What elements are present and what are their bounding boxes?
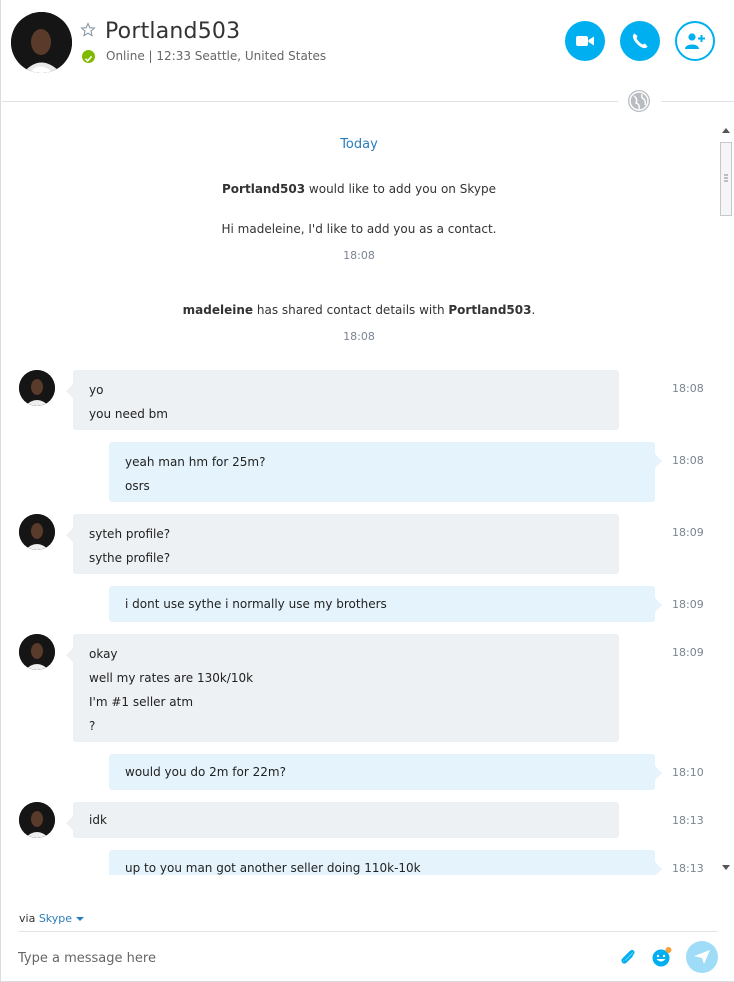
message-line: you need bm (89, 407, 168, 421)
conversation-area: Today Portland503 would like to add you … (0, 120, 718, 875)
contact-avatar-small[interactable] (19, 370, 55, 406)
day-separator: Today (340, 137, 378, 152)
message-time: 18:10 (672, 766, 704, 779)
system-timestamp: 18:08 (343, 249, 375, 262)
message-line: ? (89, 719, 96, 733)
request-text: would like to add you on Skype (305, 182, 496, 196)
message-time: 18:09 (672, 598, 704, 611)
message-line: well my rates are 130k/10k (89, 671, 254, 685)
attach-icon[interactable] (617, 946, 639, 968)
chat-header: Portland503 Online | 12:33 Seattle, Unit… (0, 0, 734, 100)
message-bubble-incoming[interactable]: okay well my rates are 130k/10k I'm #1 s… (66, 634, 619, 742)
header-divider (2, 101, 618, 102)
contact-avatar-small[interactable] (19, 634, 55, 670)
message-time: 18:08 (672, 382, 704, 395)
via-label: via Skype (19, 912, 84, 925)
message-time: 18:09 (672, 646, 704, 659)
contact-avatar[interactable] (11, 12, 72, 73)
video-call-icon (576, 36, 594, 46)
message-bubble-outgoing[interactable]: yeah man hm for 25m? osrs (109, 442, 662, 502)
shared-text: has shared contact details with (253, 303, 449, 317)
message-bubble-outgoing[interactable]: up to you man got another seller doing 1… (109, 850, 662, 875)
message-bubble-outgoing[interactable]: would you do 2m for 22m? (109, 754, 662, 790)
message-line: idk (89, 813, 107, 827)
scroll-up-icon[interactable] (722, 128, 730, 133)
scroll-thumb[interactable] (720, 142, 732, 216)
message-bubble-incoming[interactable]: idk (66, 802, 619, 838)
via-text: via (19, 912, 36, 925)
shared-end: . (531, 303, 536, 317)
message-line: osrs (125, 479, 150, 493)
favorite-star-icon[interactable] (80, 22, 96, 38)
message-bubble-outgoing[interactable]: i dont use sythe i normally use my broth… (109, 586, 662, 622)
message-line: yo (89, 383, 104, 397)
contact-avatar-small[interactable] (19, 514, 55, 550)
status-text: Online | 12:33 Seattle, United States (106, 49, 327, 63)
globe-icon[interactable] (628, 90, 650, 112)
via-app-selector[interactable]: Skype (39, 912, 72, 925)
contact-avatar-small[interactable] (19, 802, 55, 838)
requester-name: Portland503 (222, 182, 306, 196)
voice-call-button[interactable] (620, 21, 660, 61)
chevron-down-icon[interactable] (75, 912, 84, 925)
online-status-icon (82, 50, 95, 63)
message-bubble-incoming[interactable]: yo you need bm (66, 370, 619, 430)
shared-with-name: Portland503 (448, 303, 532, 317)
voice-call-icon (632, 33, 648, 49)
emoticon-icon[interactable] (651, 946, 673, 968)
conversation-scrollbar[interactable] (718, 124, 734, 874)
message-line: syteh profile? (89, 527, 171, 541)
message-time: 18:08 (672, 454, 704, 467)
message-time: 18:09 (672, 526, 704, 539)
header-divider (661, 101, 734, 102)
contact-request-line: Portland503 would like to add you on Sky… (0, 182, 718, 196)
message-line: i dont use sythe i normally use my broth… (125, 597, 387, 611)
add-people-icon (685, 33, 705, 49)
system-timestamp: 18:08 (343, 330, 375, 343)
message-line: sythe profile? (89, 551, 171, 565)
message-time: 18:13 (672, 814, 704, 827)
message-line: yeah man hm for 25m? (125, 455, 266, 469)
contact-name: Portland503 (105, 19, 241, 44)
footer-divider (18, 931, 718, 932)
message-line: okay (89, 647, 118, 661)
sharer-name: madeleine (182, 303, 254, 317)
add-people-button[interactable] (675, 21, 715, 61)
scroll-down-icon[interactable] (722, 865, 730, 870)
message-line: I'm #1 seller atm (89, 695, 194, 709)
video-call-button[interactable] (565, 21, 605, 61)
send-icon (694, 950, 710, 964)
message-line: up to you man got another seller doing 1… (125, 861, 421, 875)
message-input[interactable] (18, 944, 598, 972)
message-line: would you do 2m for 22m? (125, 765, 286, 779)
send-button[interactable] (686, 941, 718, 973)
message-time: 18:13 (672, 862, 704, 875)
shared-contact-line: madeleine has shared contact details wit… (0, 303, 718, 317)
request-message: Hi madeleine, I'd like to add you as a c… (221, 222, 497, 236)
message-bubble-incoming[interactable]: syteh profile? sythe profile? (66, 514, 619, 574)
